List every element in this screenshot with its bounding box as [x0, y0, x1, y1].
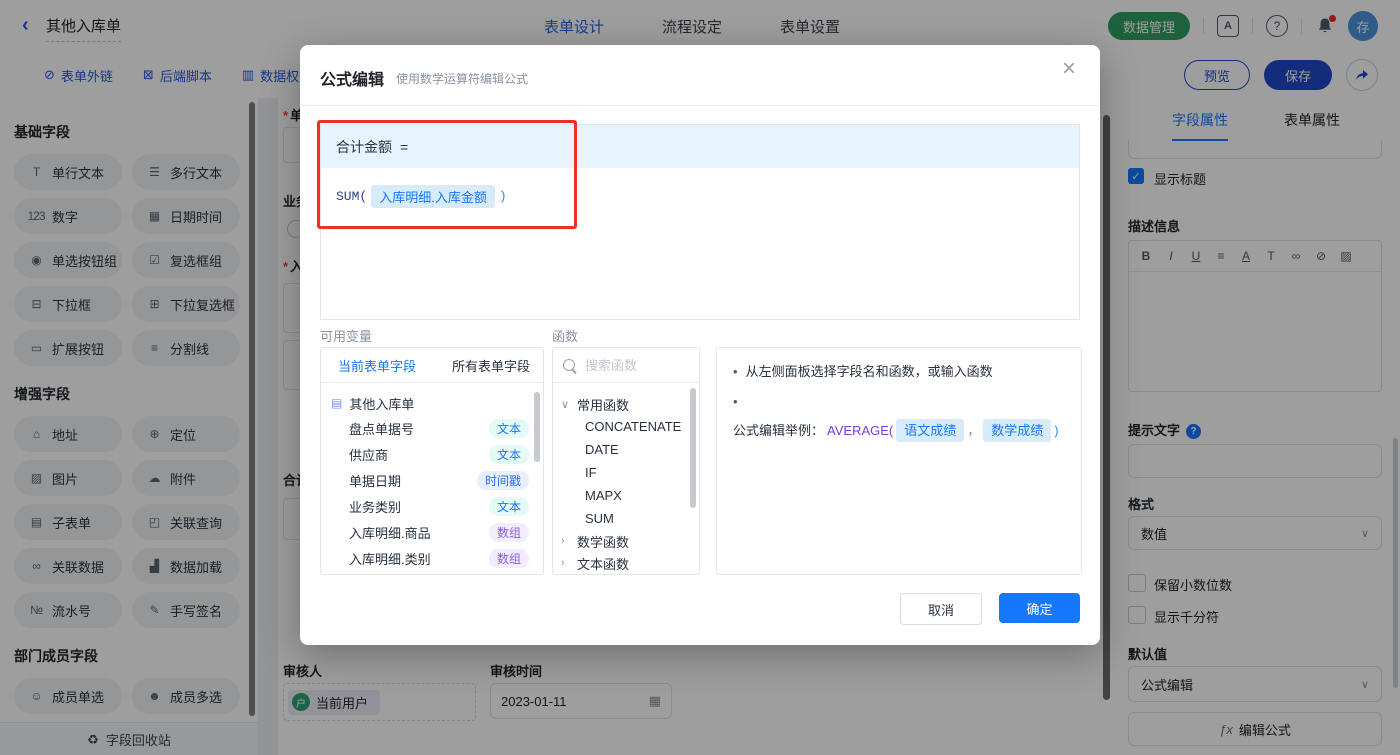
field-type-badge: 数组 — [488, 522, 529, 542]
functions-scrollbar[interactable] — [690, 388, 696, 508]
variable-row[interactable]: 单据日期 时间戳 — [331, 467, 537, 493]
tab-current-form-fields[interactable]: 当前表单字段 — [338, 356, 416, 375]
field-type-badge: 时间戳 — [476, 470, 529, 490]
modal-subtitle: 使用数学运算符编辑公式 — [396, 72, 529, 86]
field-type-badge: 文本 — [488, 444, 529, 464]
functions-panel: ∨ 常用函数 CONCATENATE DATE IF MAPX SUM › 数学… — [552, 347, 700, 575]
formula-target-row: 合计金额 = — [321, 125, 1079, 168]
function-item[interactable]: SUM — [561, 507, 695, 530]
close-icon[interactable]: × — [1062, 57, 1076, 81]
function-item[interactable]: CONCATENATE — [561, 415, 695, 438]
function-group-common[interactable]: ∨ 常用函数 — [561, 393, 695, 415]
search-icon — [563, 359, 575, 371]
help-line-2: 公式编辑举例： AVERAGE( 语文成绩 ， 数学成绩 ) — [733, 419, 1059, 442]
formula-editor[interactable]: 合计金额 = SUM( 入库明细.入库金额 ) — [320, 124, 1080, 320]
screen: ‹ 其他入库单 表单设计 流程设定 表单设置 数据管理 A ? 存 ⊘ 表单外链 — [0, 0, 1400, 755]
function-item[interactable]: MAPX — [561, 484, 695, 507]
variable-row[interactable]: 供应商 文本 — [331, 441, 537, 467]
variable-root-node[interactable]: ▤ 其他入库单 — [331, 391, 537, 415]
functions-label: 函数 — [552, 329, 579, 344]
formula-help-panel: • 从左侧面板选择字段名和函数，或输入函数 • 公式编辑举例： AVERAGE(… — [716, 347, 1082, 575]
field-type-badge: 文本 — [488, 496, 529, 516]
variable-row[interactable]: 业务类别 文本 — [331, 493, 537, 519]
tab-all-form-fields[interactable]: 所有表单字段 — [452, 356, 530, 375]
function-item[interactable]: DATE — [561, 438, 695, 461]
formula-edit-modal: 公式编辑 使用数学运算符编辑公式 × 合计金额 = SUM( 入库明细.入库金额… — [300, 45, 1100, 645]
variables-panel: 当前表单字段 所有表单字段 ▤ 其他入库单 盘点单据号 文本 供应商 文本 单据日期… — [320, 347, 544, 575]
modal-divider — [300, 105, 1100, 106]
field-chip[interactable]: 入库明细.入库金额 — [371, 185, 495, 208]
variable-row[interactable]: 盘点单据号 文本 — [331, 415, 537, 441]
search-input[interactable] — [583, 356, 677, 374]
variables-scrollbar[interactable] — [534, 392, 540, 462]
function-search[interactable] — [553, 348, 699, 383]
variables-label: 可用变量 — [320, 329, 373, 344]
variable-row[interactable]: 入库明细.类别 数组 — [331, 545, 537, 571]
function-group-math[interactable]: › 数学函数 — [561, 530, 695, 552]
caret-down-icon: ∨ — [561, 398, 570, 411]
form-doc-icon: ▤ — [331, 396, 343, 410]
example-field-chip: 数学成绩 — [983, 419, 1052, 442]
caret-right-icon: › — [561, 557, 565, 569]
field-type-badge: 文本 — [488, 418, 529, 438]
formula-expression[interactable]: SUM( 入库明细.入库金额 ) — [321, 168, 1079, 225]
function-item[interactable]: IF — [561, 461, 695, 484]
caret-right-icon: › — [561, 535, 565, 547]
example-field-chip: 语文成绩 — [896, 419, 965, 442]
variable-row[interactable]: 入库明细.商品 数组 — [331, 519, 537, 545]
modal-title: 公式编辑 — [320, 72, 385, 89]
help-line-1: 从左侧面板选择字段名和函数，或输入函数 — [745, 364, 993, 379]
confirm-button[interactable]: 确定 — [999, 593, 1080, 623]
cancel-button[interactable]: 取消 — [900, 593, 982, 625]
function-group-text[interactable]: › 文本函数 — [561, 552, 695, 574]
field-type-badge: 数组 — [488, 548, 529, 568]
